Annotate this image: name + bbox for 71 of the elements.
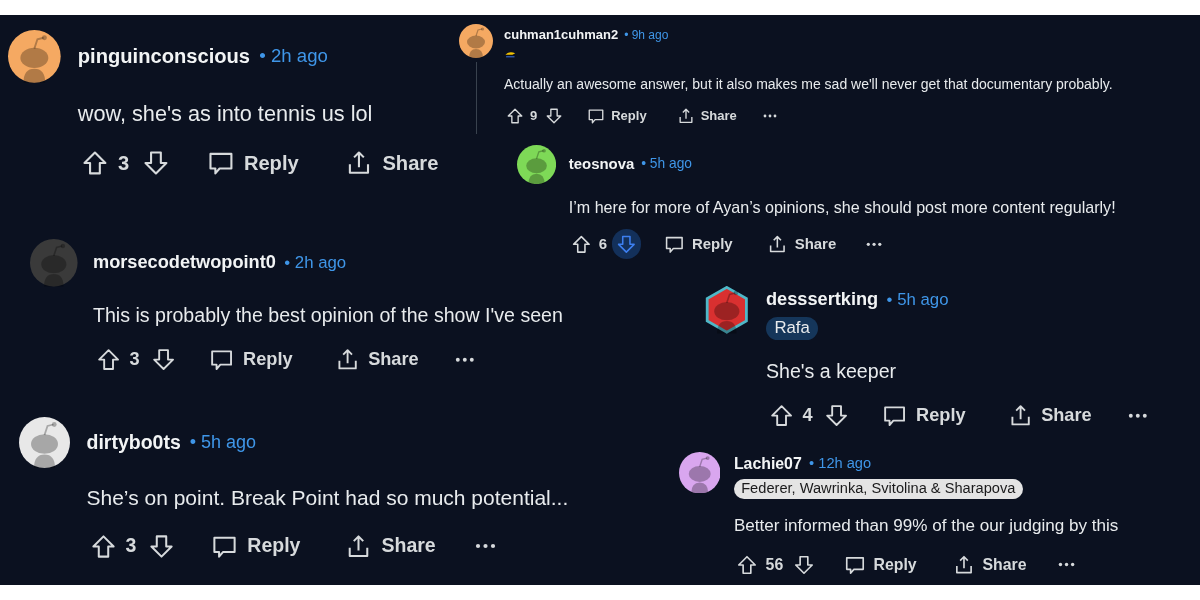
vote-count: 3 (129, 347, 140, 371)
timestamp: • 2h ago (284, 252, 347, 275)
vote-count: 4 (802, 403, 813, 427)
vote-count: 6 (598, 233, 607, 254)
share-icon (676, 107, 695, 125)
downvote-icon (150, 346, 176, 372)
share-button[interactable]: Share (943, 548, 1037, 581)
avatar-icon[interactable] (703, 286, 751, 334)
comment-text: wow, she's as into tennis us lol (77, 100, 374, 129)
vote-count: 56 (765, 554, 784, 575)
timestamp: • 2h ago (259, 44, 328, 69)
upvote-icon (571, 233, 592, 255)
timestamp: • 12h ago (809, 453, 872, 473)
comment-icon (587, 107, 606, 125)
username[interactable]: desssertking (766, 286, 879, 314)
user-flair: Rafa (766, 317, 819, 340)
username[interactable]: morsecodetwopoint0 (93, 249, 276, 277)
more-icon (474, 543, 496, 549)
reply-button[interactable]: Reply (655, 228, 742, 259)
upvote-icon (768, 402, 794, 429)
upvote-icon (95, 346, 121, 372)
vote-count: 3 (125, 533, 137, 559)
username[interactable]: pinguinconscious (77, 41, 251, 72)
more-icon (762, 114, 777, 118)
username[interactable]: cuhman1cuhman2 (504, 25, 619, 45)
avatar-icon[interactable] (19, 417, 70, 468)
comment-text: Actually an awesome answer, but it also makes me sad we'll never get that documentary probably. (504, 75, 1113, 94)
share-button[interactable]: Share (333, 526, 448, 566)
downvote-icon (823, 402, 849, 429)
reply-button[interactable]: Reply (834, 548, 927, 581)
username[interactable]: teosnova (568, 153, 635, 176)
downvote-icon (545, 107, 564, 125)
reply-button[interactable]: Reply (198, 341, 304, 378)
upvote-icon (506, 107, 524, 125)
downvote-icon (792, 553, 815, 576)
comment-text: I’m here for more of Ayan’s opinions, she should post more content regularly! (568, 196, 1116, 218)
avatar-icon[interactable] (8, 30, 61, 83)
user-flair: Federer, Wawrinka, Svitolina & Sharapova (733, 479, 1023, 499)
timestamp: • 9h ago (624, 27, 669, 44)
reply-button[interactable]: Reply (199, 526, 313, 566)
downvote-icon (616, 233, 637, 255)
more-icon (866, 241, 883, 247)
avatar-icon[interactable] (459, 24, 493, 58)
share-button[interactable]: Share (668, 103, 745, 129)
reply-button[interactable]: Reply (194, 143, 312, 184)
more-icon (455, 356, 475, 363)
reply-button[interactable]: Reply (579, 103, 655, 129)
username[interactable]: dirtybo0ts (86, 427, 181, 458)
comment-text: She's a keeper (766, 358, 898, 384)
share-button[interactable]: Share (323, 341, 430, 378)
timestamp: • 5h ago (886, 289, 949, 312)
comment-text: Better informed than 99% of the our judging by this (733, 514, 1119, 537)
downvote-icon (148, 532, 176, 560)
comment-text: This is probably the best opinion of the show I've seen (93, 302, 563, 328)
avatar-icon[interactable] (517, 145, 557, 185)
reply-button[interactable]: Reply (871, 397, 977, 434)
share-icon (767, 233, 788, 255)
timestamp: • 5h ago (641, 155, 692, 174)
timestamp: • 5h ago (189, 431, 257, 454)
upvote-icon (736, 553, 759, 576)
more-icon (1058, 562, 1076, 568)
more-icon (1128, 412, 1148, 419)
avatar-icon[interactable] (679, 452, 721, 494)
vote-count: 3 (118, 151, 130, 177)
comment-text: She’s on point. Break Point had so much potential... (86, 485, 569, 511)
username[interactable]: Lachie07 (733, 452, 802, 476)
upvote-icon (89, 532, 117, 560)
share-button[interactable]: Share (996, 397, 1103, 434)
share-button[interactable]: Share (757, 228, 846, 259)
share-button[interactable]: Share (332, 143, 451, 184)
vote-count: 9 (530, 107, 538, 126)
